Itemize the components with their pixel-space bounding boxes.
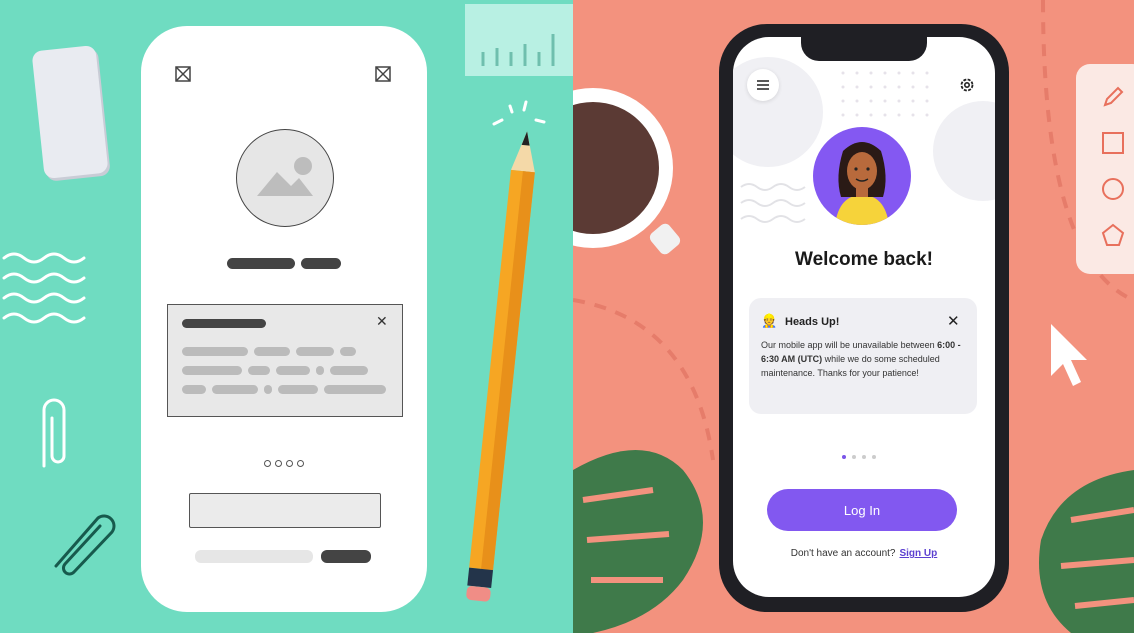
cursor-icon	[1051, 324, 1087, 386]
paperclip-white-illustration	[42, 398, 66, 468]
alert-body: Our mobile app will be unavailable betwe…	[761, 340, 961, 378]
menu-button[interactable]	[747, 69, 779, 101]
bg-circle-decoration	[733, 57, 823, 167]
close-icon[interactable]: ✕	[947, 312, 960, 330]
login-button[interactable]: Log In	[767, 489, 957, 531]
shape-toolbar	[1076, 64, 1134, 274]
mockup-panel: Welcome back! 👷 Heads Up! ✕ Our mobile a…	[573, 0, 1134, 633]
name-placeholder	[301, 258, 341, 269]
alert-placeholder: ✕	[167, 304, 403, 417]
pager-dot[interactable]	[862, 455, 866, 459]
pencil-illustration	[462, 120, 542, 620]
pager-dot[interactable]	[842, 455, 846, 459]
ruler-illustration	[465, 4, 573, 76]
paperclip-dark-illustration	[54, 514, 116, 576]
image-placeholder-icon	[175, 66, 191, 82]
page-indicator	[842, 455, 876, 459]
signup-row: Don't have an account? Sign Up	[733, 548, 995, 559]
eraser-illustration	[31, 45, 109, 179]
welcome-title: Welcome back!	[795, 249, 933, 270]
pager-placeholder	[264, 460, 304, 467]
worker-emoji-icon: 👷	[761, 313, 778, 328]
wave-decoration	[740, 183, 806, 223]
phone-device: Welcome back! 👷 Heads Up! ✕ Our mobile a…	[719, 24, 1009, 612]
pentagon-icon[interactable]	[1100, 222, 1126, 248]
cup-handle-illustration	[647, 221, 683, 257]
circle-icon[interactable]	[1100, 176, 1126, 202]
pager-dot[interactable]	[872, 455, 876, 459]
pencil-sparkle-illustration	[488, 98, 552, 139]
menu-icon	[757, 80, 769, 90]
link-placeholder[interactable]	[321, 550, 371, 563]
square-icon[interactable]	[1100, 130, 1126, 156]
wave-lines-illustration	[2, 252, 86, 324]
name-placeholder	[227, 258, 295, 269]
pencil-icon[interactable]	[1100, 84, 1126, 110]
monstera-leaf-illustration	[1039, 470, 1134, 633]
user-avatar	[813, 127, 911, 225]
wireframe-panel: ✕	[0, 0, 573, 633]
wireframe-phone: ✕	[141, 26, 427, 612]
image-placeholder-icon	[257, 157, 313, 196]
alert-title: Heads Up!	[785, 316, 840, 328]
settings-icon	[960, 78, 974, 92]
input-placeholder[interactable]	[189, 493, 381, 528]
coffee-cup-illustration	[573, 88, 673, 248]
phone-notch	[801, 37, 927, 61]
maintenance-alert: 👷 Heads Up! ✕ Our mobile app will be una…	[749, 298, 977, 414]
avatar-placeholder	[236, 129, 334, 227]
close-icon[interactable]: ✕	[376, 313, 388, 330]
pager-dot[interactable]	[852, 455, 856, 459]
monstera-leaf-illustration	[573, 450, 703, 633]
phone-screen: Welcome back! 👷 Heads Up! ✕ Our mobile a…	[733, 37, 995, 597]
text-placeholder	[195, 550, 313, 563]
image-placeholder-icon	[375, 66, 391, 82]
signup-prompt: Don't have an account?	[790, 548, 896, 559]
settings-button[interactable]	[951, 69, 983, 101]
signup-link[interactable]: Sign Up	[899, 548, 937, 559]
